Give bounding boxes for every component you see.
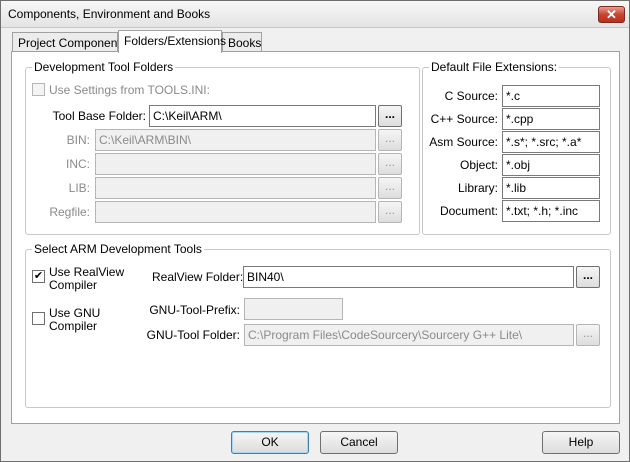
use-gnu-checkbox[interactable] <box>32 312 45 325</box>
regfile-browse-button[interactable]: ... <box>378 201 402 223</box>
ext-object-input[interactable]: *.obj <box>502 154 600 176</box>
ext-cpp-input[interactable]: *.cpp <box>502 108 600 130</box>
bin-browse-button[interactable]: ... <box>378 129 402 151</box>
tab-folders-extensions[interactable]: Folders/Extensions <box>118 30 226 53</box>
bin-input[interactable]: C:\Keil\ARM\BIN\ <box>95 129 376 151</box>
realview-folder-label: RealView Folder: <box>152 270 244 284</box>
inc-browse-button[interactable]: ... <box>378 153 402 175</box>
use-settings-label: Use Settings from TOOLS.INI: <box>49 83 210 97</box>
ext-c-input[interactable]: *.c <box>502 85 600 107</box>
ext-asm-input[interactable]: *.s*; *.src; *.a* <box>502 131 600 153</box>
dialog-window: Components, Environment and Books ✕ Proj… <box>0 0 630 462</box>
use-realview-label-line1: Use RealView <box>49 265 125 279</box>
gnu-folder-label: GNU-Tool Folder: <box>146 328 240 342</box>
gnu-folder-browse-button[interactable]: ... <box>576 324 600 346</box>
cancel-button[interactable]: Cancel <box>320 431 398 454</box>
tool-base-folder-label: Tool Base Folder: <box>52 109 146 123</box>
realview-browse-button[interactable]: ... <box>576 266 600 288</box>
gnu-prefix-label: GNU-Tool-Prefix: <box>149 303 240 317</box>
ext-object-label: Object: <box>459 158 498 172</box>
ext-document-label: Document: <box>439 204 498 218</box>
ext-document-input[interactable]: *.txt; *.h; *.inc <box>502 200 600 222</box>
use-gnu-label: Use GNU Compiler <box>49 307 100 333</box>
realview-folder-input[interactable]: BIN40\ <box>243 266 574 288</box>
tab-label: Project Components <box>18 36 127 50</box>
ext-c-label: C Source: <box>444 89 498 103</box>
regfile-label: Regfile: <box>49 205 90 219</box>
use-gnu-label-line2: Compiler <box>49 319 98 333</box>
use-settings-checkbox[interactable] <box>32 83 45 96</box>
ext-library-label: Library: <box>457 181 498 195</box>
lib-label: LIB: <box>68 181 90 195</box>
tab-panel: Development Tool Folders Use Settings fr… <box>11 51 620 424</box>
ok-button[interactable]: OK <box>231 431 309 454</box>
use-realview-label-line2: Compiler <box>49 278 98 292</box>
group-title: Development Tool Folders <box>32 60 176 74</box>
title-bar[interactable]: Components, Environment and Books ✕ <box>1 1 629 28</box>
tool-base-browse-button[interactable]: ... <box>378 105 402 127</box>
use-realview-label: Use RealView Compiler <box>49 266 124 292</box>
use-realview-checkbox[interactable]: ✔ <box>32 270 45 283</box>
lib-browse-button[interactable]: ... <box>378 177 402 199</box>
tab-label: Folders/Extensions <box>124 34 227 48</box>
ext-asm-label: Asm Source: <box>429 135 498 149</box>
ext-cpp-label: C++ Source: <box>430 112 498 126</box>
gnu-folder-input[interactable]: C:\Program Files\CodeSourcery\Sourcery G… <box>244 324 574 346</box>
tab-project-components[interactable]: Project Components <box>12 32 127 52</box>
close-icon: ✕ <box>606 7 617 22</box>
window-title: Components, Environment and Books <box>8 7 211 21</box>
regfile-input[interactable] <box>95 201 376 223</box>
group-title: Default File Extensions: <box>429 60 560 74</box>
group-title: Select ARM Development Tools <box>32 242 204 256</box>
tool-base-folder-input[interactable]: C:\Keil\ARM\ <box>149 105 376 127</box>
gnu-prefix-input[interactable] <box>244 298 343 320</box>
inc-label: INC: <box>66 157 90 171</box>
help-button[interactable]: Help <box>542 431 620 454</box>
tab-label: Books <box>228 36 262 50</box>
bin-label: BIN: <box>66 133 90 147</box>
ext-library-input[interactable]: *.lib <box>502 177 600 199</box>
lib-input[interactable] <box>95 177 376 199</box>
inc-input[interactable] <box>95 153 376 175</box>
use-gnu-label-line1: Use GNU <box>49 306 101 320</box>
tab-books[interactable]: Books <box>222 32 262 52</box>
checkmark-icon: ✔ <box>33 270 44 282</box>
close-button[interactable]: ✕ <box>598 6 625 23</box>
